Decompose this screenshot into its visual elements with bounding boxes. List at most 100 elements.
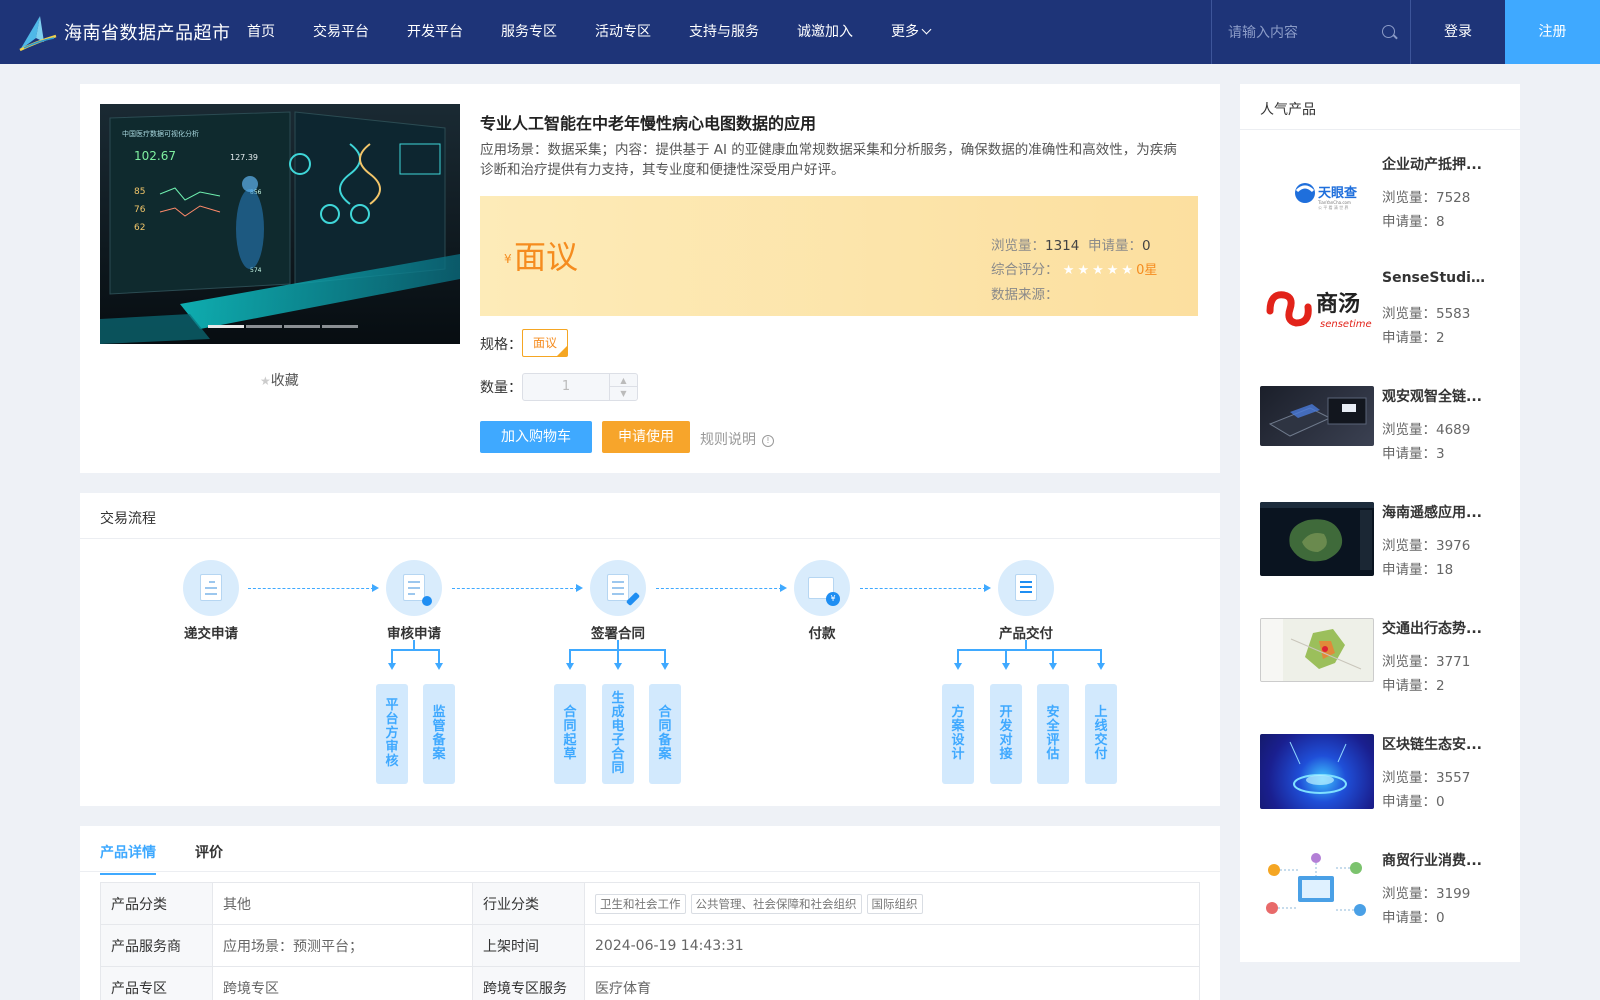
nav-service-zone[interactable]: 服务专区	[482, 0, 576, 64]
sub-step-char: 方	[385, 726, 399, 741]
tree-connector	[617, 649, 619, 663]
views-value: 3199	[1436, 886, 1471, 902]
product-card: 中国医疗数据可视化分析 102.67 127.39 85 76 62 856 5…	[80, 84, 1220, 473]
popular-item[interactable]: 交通出行态势... 浏览量：3771 申请量：2	[1260, 618, 1510, 718]
views-label: 浏览量：	[1382, 654, 1436, 670]
quantity-stepper: 1 ▲ ▼	[522, 373, 638, 401]
nav-more[interactable]: 更多	[872, 0, 949, 64]
gallery-text-title: 中国医疗数据可视化分析	[122, 129, 199, 138]
currency-symbol: ¥	[504, 252, 512, 266]
nav-trade-platform[interactable]: 交易平台	[294, 0, 388, 64]
rule-link[interactable]: 规则说明!	[700, 429, 774, 449]
sub-step-contract-draft: 合同起草	[554, 684, 586, 784]
gallery-text-2: 127.39	[230, 153, 258, 162]
nav-support[interactable]: 支持与服务	[670, 0, 778, 64]
apply-button[interactable]: 申请使用	[602, 421, 690, 453]
sub-step-char: 安	[1046, 705, 1060, 720]
decrement-icon[interactable]: ▼	[609, 387, 637, 400]
star-icon: ★	[260, 374, 271, 388]
sub-step-dev-integration: 开发对接	[990, 684, 1022, 784]
sub-step-char: 案	[658, 747, 672, 762]
stats-row-2: 综合评分： ★★★★★0星	[991, 258, 1157, 283]
product-gallery[interactable]: 中国医疗数据可视化分析 102.67 127.39 85 76 62 856 5…	[100, 104, 460, 344]
product-detail-card: 产品详情 评价 产品分类 其他 行业分类 卫生和社会工作 公共管理、社会保障和社会…	[80, 826, 1220, 1000]
item-applies: 申请量：2	[1382, 326, 1445, 346]
popular-item[interactable]: 观安观智全链... 浏览量：4689 申请量：3	[1260, 386, 1510, 486]
tree-arrow-icon	[614, 663, 622, 670]
popular-item[interactable]: 区块链生态安... 浏览量：3557 申请量：0	[1260, 734, 1510, 834]
item-title: 观安观智全链...	[1382, 389, 1482, 405]
tree-arrow-icon	[954, 663, 962, 670]
applies-value: 0	[1436, 910, 1445, 926]
popular-item[interactable]: 天眼查 TianYanCha.com 公 平 看 清 世 界 企业动产抵押...…	[1260, 154, 1510, 254]
views-label: 浏览量：	[1382, 886, 1436, 902]
quantity-label: 数量：	[480, 380, 522, 396]
spec-option[interactable]: 面议	[522, 329, 568, 357]
gallery-indicator[interactable]	[208, 325, 244, 328]
deliver-icon	[998, 560, 1054, 616]
popular-products-card: 人气产品 天眼查 TianYanCha.com 公 平 看 清 世 界 企业动产…	[1240, 84, 1520, 962]
gallery-indicator[interactable]	[322, 325, 358, 328]
popular-item[interactable]: 商汤 sensetime SenseStudio... 浏览量：5583 申请量…	[1260, 270, 1510, 370]
views-label: 浏览量：	[1382, 422, 1436, 438]
site-title: 海南省数据产品超市	[64, 23, 231, 44]
sub-step-char: 上	[1094, 705, 1108, 720]
nav-home[interactable]: 首页	[228, 0, 294, 64]
tab-reviews[interactable]: 评价	[195, 842, 223, 862]
item-applies: 申请量：18	[1382, 558, 1453, 578]
tab-product-details[interactable]: 产品详情	[100, 842, 156, 875]
nav-join[interactable]: 诚邀加入	[778, 0, 872, 64]
applies-label: 申请量：	[1382, 794, 1436, 810]
applies-value: 2	[1436, 678, 1445, 694]
sub-step-go-live: 上线交付	[1085, 684, 1117, 784]
table-key: 产品服务商	[100, 924, 213, 967]
tree-arrow-icon	[661, 663, 669, 670]
login-button[interactable]: 登录	[1411, 0, 1505, 64]
stats-row-1: 浏览量：1314 申请量：0	[991, 234, 1157, 258]
popular-item[interactable]: 海南遥感应用... 浏览量：3976 申请量：18	[1260, 502, 1510, 602]
sub-step-char: 平	[385, 698, 399, 713]
search-icon[interactable]	[1382, 25, 1395, 38]
tree-arrow-icon	[566, 663, 574, 670]
sub-step-char: 监	[432, 705, 446, 720]
item-views: 浏览量：3976	[1382, 534, 1470, 554]
submit-icon	[183, 560, 239, 616]
rating-label: 综合评分：	[991, 262, 1059, 278]
search-input[interactable]	[1228, 21, 1368, 43]
sub-step-char: 线	[1094, 719, 1108, 734]
views-value: 3771	[1436, 654, 1471, 670]
stats-row-3: 数据来源：	[991, 283, 1157, 307]
sub-step-e-contract: 生成电子合同	[602, 684, 634, 784]
product-thumbnail	[1260, 502, 1374, 576]
table-key: 上架时间	[472, 924, 585, 967]
increment-icon[interactable]: ▲	[609, 374, 637, 387]
industry-tag: 公共管理、社会保障和社会组织	[690, 893, 862, 914]
site-logo[interactable]: 海南省数据产品超市	[18, 12, 231, 52]
table-value: 应用场景：预测平台；	[212, 924, 473, 967]
gallery-indicator[interactable]	[246, 325, 282, 328]
sub-step-char: 合	[658, 705, 672, 720]
favorite-label: 收藏	[270, 373, 299, 389]
applies-label: 申请量：	[1382, 562, 1436, 578]
popular-item[interactable]: 商贸行业消费... 浏览量：3199 申请量：0	[1260, 850, 1510, 950]
product-thumbnail	[1260, 618, 1374, 682]
step-deliver: 产品交付	[986, 560, 1066, 642]
flow-arrow-icon	[656, 584, 787, 592]
nav-dev-platform[interactable]: 开发平台	[388, 0, 482, 64]
rating-stars: ★★★★★	[1062, 263, 1137, 278]
sub-step-char: 生	[611, 691, 625, 706]
favorite-button[interactable]: ★收藏	[260, 370, 299, 390]
nav-activity-zone[interactable]: 活动专区	[576, 0, 670, 64]
flow-title: 交易流程	[100, 511, 156, 527]
table-value: 其他	[212, 882, 473, 925]
step-label: 产品交付	[999, 626, 1053, 642]
top-navbar: 海南省数据产品超市 首页 交易平台 开发平台 服务专区 活动专区 支持与服务 诚…	[0, 0, 1600, 64]
sub-step-char: 对	[999, 733, 1013, 748]
register-button[interactable]: 注册	[1505, 0, 1600, 64]
add-to-cart-button[interactable]: 加入购物车	[480, 421, 592, 453]
quantity-value[interactable]: 1	[523, 374, 609, 400]
tree-connector	[664, 649, 666, 663]
detail-table: 产品分类 其他 行业分类 卫生和社会工作 公共管理、社会保障和社会组织 国际组织 产…	[100, 882, 1200, 1000]
gallery-indicator[interactable]	[284, 325, 320, 328]
item-views: 浏览量：7528	[1382, 186, 1470, 206]
